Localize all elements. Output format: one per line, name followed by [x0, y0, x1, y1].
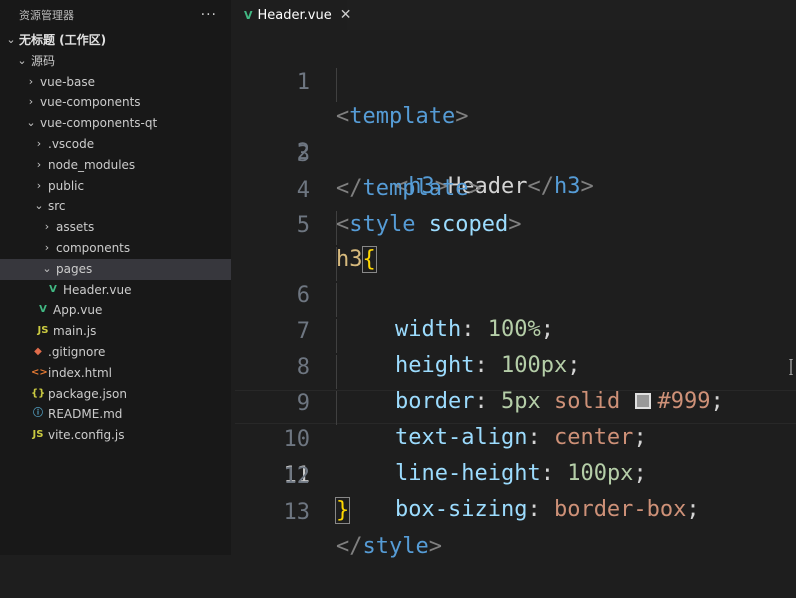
json-file-icon: {} [31, 387, 46, 399]
code-line: 9 text-align: center; [235, 319, 796, 450]
indent-guide [336, 247, 337, 281]
tree-item-package-json[interactable]: {} package.json [0, 384, 231, 405]
workspace-label: 无标题 (工作区) [19, 33, 107, 47]
code-line: 1 <template> [235, 32, 796, 129]
explorer-sidebar: 资源管理器 ··· ⌄ 无标题 (工作区) ⌄ 源码 › vue-base › vue-com… [0, 0, 231, 555]
tree-item-label: index.html [48, 365, 112, 380]
tree-item-label: vue-components [40, 95, 141, 110]
vue-file-icon: V [244, 8, 253, 22]
tree-item-vite-config-js[interactable]: JS vite.config.js [0, 425, 231, 446]
tree-item-label: public [48, 178, 85, 193]
indent-guide [336, 391, 337, 425]
code-line: 2 <h3>Header</h3> [235, 68, 796, 199]
chevron-down-icon: ⌄ [42, 261, 52, 275]
code-line: 4 <style scoped> [235, 140, 796, 237]
code-line: 12 } [235, 426, 796, 524]
more-actions-icon[interactable]: ··· [201, 7, 217, 23]
tree-item-label: .gitignore [48, 344, 106, 359]
folder-root[interactable]: ⌄ 源码 [0, 51, 231, 72]
indent-guide [336, 283, 337, 317]
tree-item-label: components [56, 240, 131, 255]
tree-item-vue-components[interactable]: › vue-components [0, 92, 231, 113]
close-icon[interactable]: ✕ [340, 7, 352, 23]
tree-item-label: assets [56, 220, 95, 235]
file-tree: ⌄ 无标题 (工作区) ⌄ 源码 › vue-base › vue-components ⌄ vu… [0, 30, 231, 446]
chevron-down-icon: ⌄ [17, 53, 27, 67]
code-line: 5 h3{ [235, 175, 796, 273]
js-file-icon: JS [37, 325, 49, 337]
code-line: 6 width: 100%; [235, 211, 796, 342]
code-line: 10 line-height: 100px; [235, 355, 796, 486]
indent-guide [336, 355, 337, 389]
tab-bar: V Header.vue ✕ [235, 0, 796, 30]
tree-item-components[interactable]: › components [0, 238, 231, 259]
chevron-right-icon: › [28, 74, 34, 88]
tree-item-label: .vscode [48, 136, 95, 151]
html-file-icon: <> [31, 366, 48, 378]
chevron-right-icon: › [28, 95, 34, 109]
chevron-right-icon: › [36, 157, 42, 171]
tree-item-gitignore[interactable]: ◆ .gitignore [0, 342, 231, 363]
tree-item-vue-base[interactable]: › vue-base [0, 72, 231, 93]
indent-guide [336, 319, 337, 353]
tree-item-pages[interactable]: ⌄ pages [0, 258, 231, 280]
tree-item-vscode[interactable]: › .vscode [0, 134, 231, 155]
code-line: 3 </template> [235, 104, 796, 201]
tree-item-header-vue[interactable]: V Header.vue [0, 280, 231, 301]
tree-item-node-modules[interactable]: › node_modules [0, 155, 231, 176]
code-editor[interactable]: 1 <template> 2 <h3>Header</h3> 3 </templ… [235, 30, 796, 559]
tab-header-vue[interactable]: V Header.vue ✕ [235, 0, 351, 30]
explorer-header: 资源管理器 ··· [0, 0, 231, 30]
tree-item-readme-md[interactable]: ⓘ README.md [0, 404, 231, 425]
chevron-right-icon: › [36, 136, 42, 150]
workspace-root[interactable]: ⌄ 无标题 (工作区) [0, 30, 231, 51]
code-line-current: 11 box-sizing: border-box; [235, 390, 796, 522]
chevron-right-icon: › [44, 240, 50, 254]
chevron-right-icon: › [44, 220, 50, 234]
info-file-icon: ⓘ [33, 408, 43, 420]
code-line: 13 </style> [235, 462, 796, 559]
tree-item-label: src [48, 199, 66, 214]
code-line: 8 border: 5px solid #999; [235, 283, 796, 414]
tree-item-label: vue-base [40, 74, 96, 89]
tree-item-public[interactable]: › public [0, 176, 231, 197]
tree-item-label: README.md [48, 407, 123, 422]
code-line: 7 height: 100px; [235, 247, 796, 378]
chevron-down-icon: ⌄ [26, 116, 36, 130]
indent-guide [336, 211, 337, 245]
tree-item-vue-components-qt[interactable]: ⌄ vue-components-qt [0, 113, 231, 134]
vue-file-icon: V [39, 304, 47, 316]
tree-item-assets[interactable]: › assets [0, 217, 231, 238]
tree-item-src[interactable]: ⌄ src [0, 196, 231, 217]
chevron-right-icon: › [36, 178, 42, 192]
tree-item-label: Header.vue [63, 282, 132, 297]
text-cursor-icon [789, 359, 793, 375]
explorer-title: 资源管理器 [19, 9, 74, 22]
chevron-down-icon: ⌄ [6, 33, 16, 46]
chevron-down-icon: ⌄ [34, 199, 44, 213]
tree-item-label: vite.config.js [48, 428, 125, 443]
tree-item-app-vue[interactable]: V App.vue [0, 300, 231, 321]
indent-guide [336, 68, 337, 102]
tree-item-index-html[interactable]: <> index.html [0, 363, 231, 384]
vue-file-icon: V [49, 283, 57, 295]
line-number: 13 [283, 500, 311, 525]
tree-item-label: package.json [48, 386, 128, 401]
tree-item-main-js[interactable]: JS main.js [0, 321, 231, 342]
tree-item-label: node_modules [48, 157, 136, 172]
folder-label: 源码 [31, 53, 56, 68]
tree-item-label: main.js [53, 324, 97, 339]
tree-item-label: vue-components-qt [40, 116, 158, 131]
tree-item-label: pages [56, 261, 93, 276]
tree-item-label: App.vue [53, 303, 103, 318]
js-file-icon: JS [32, 429, 44, 441]
git-file-icon: ◆ [34, 345, 42, 357]
tab-label: Header.vue [257, 7, 332, 23]
